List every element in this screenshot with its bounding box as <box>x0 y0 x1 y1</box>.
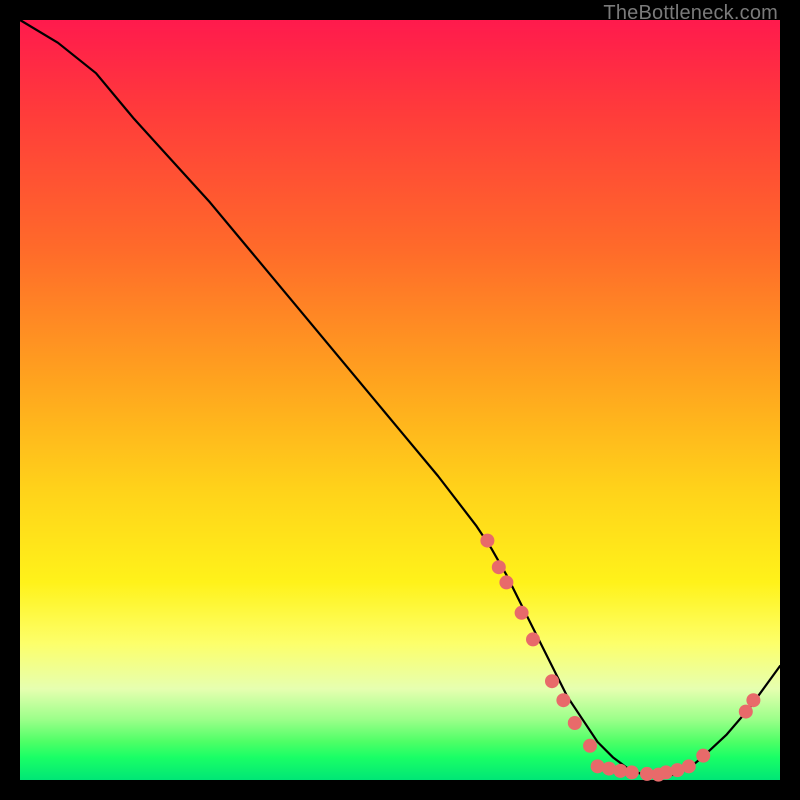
chart-point <box>583 739 597 753</box>
chart-svg <box>20 20 780 780</box>
chart-point <box>739 705 753 719</box>
chart-point <box>492 560 506 574</box>
chart-line <box>20 20 780 778</box>
chart-point <box>746 693 760 707</box>
chart-point <box>568 716 582 730</box>
chart-frame: TheBottleneck.com <box>0 0 800 800</box>
chart-point <box>499 575 513 589</box>
chart-point <box>682 759 696 773</box>
chart-point <box>556 693 570 707</box>
watermark-text: TheBottleneck.com <box>603 2 778 25</box>
chart-point <box>545 674 559 688</box>
chart-point <box>515 606 529 620</box>
chart-points <box>480 534 760 782</box>
chart-point <box>625 765 639 779</box>
chart-plot-area <box>20 20 780 780</box>
chart-point <box>696 749 710 763</box>
chart-point <box>480 534 494 548</box>
chart-point <box>526 632 540 646</box>
